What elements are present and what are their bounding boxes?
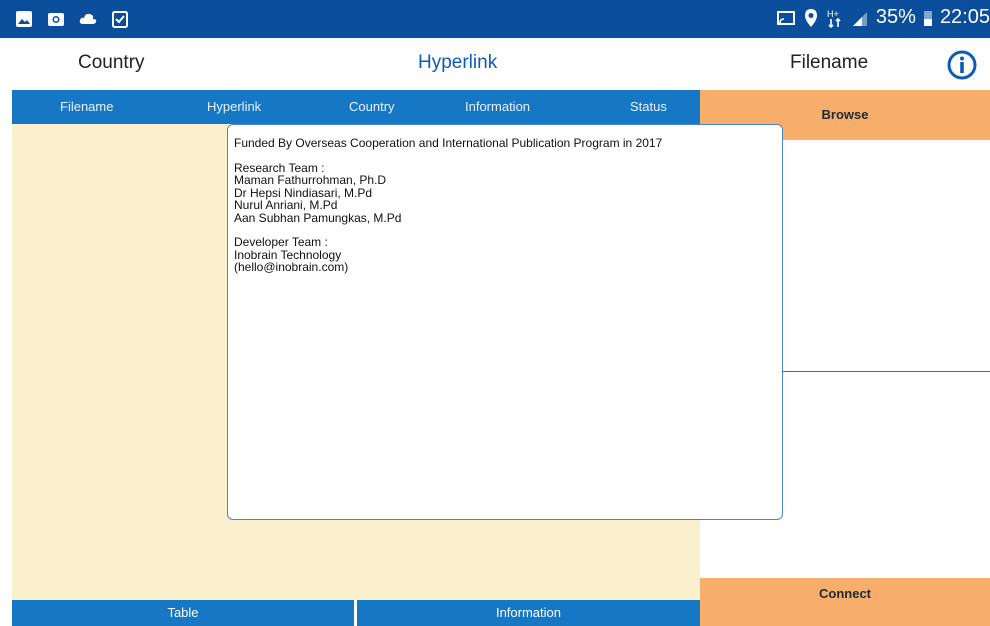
tab-information[interactable]: Information xyxy=(465,99,530,114)
system-status: H+ 35% 22:05 xyxy=(776,6,990,29)
gallery-icon xyxy=(16,11,32,27)
status-bar: H+ 35% 22:05 xyxy=(0,0,990,38)
camera-icon xyxy=(48,13,64,26)
header-filename[interactable]: Filename xyxy=(790,52,868,74)
info-icon[interactable] xyxy=(947,50,977,80)
tab-filename[interactable]: Filename xyxy=(60,99,113,114)
research-member: Maman Fathurrohman, Ph.D xyxy=(234,173,387,187)
developer-email: (hello@inobrain.com) xyxy=(234,260,349,274)
connect-button[interactable]: Connect xyxy=(700,578,990,626)
tab-country[interactable]: Country xyxy=(349,99,395,114)
header-country[interactable]: Country xyxy=(78,52,145,74)
column-tab-bar: Filename Hyperlink Country Information S… xyxy=(12,90,700,124)
cloud-icon xyxy=(79,13,97,24)
signal-icon xyxy=(852,11,867,26)
research-member: Nurul Anriani, M.Pd xyxy=(234,198,338,212)
about-dialog: Funded By Overseas Cooperation and Inter… xyxy=(227,124,783,520)
network-hplus-icon: H+ xyxy=(827,9,841,28)
developer-team-heading: Developer Team : xyxy=(234,235,328,249)
funding-text: Funded By Overseas Cooperation and Inter… xyxy=(234,136,663,150)
clipboard-check-icon xyxy=(112,11,128,28)
table-button[interactable]: Table xyxy=(12,600,354,626)
battery-percent: 35% xyxy=(875,6,916,28)
clock: 22:05 xyxy=(939,6,990,28)
tab-hyperlink[interactable]: Hyperlink xyxy=(207,99,261,114)
svg-text:H+: H+ xyxy=(827,9,839,19)
location-pin-icon xyxy=(804,8,817,27)
tab-status[interactable]: Status xyxy=(630,99,667,114)
notification-icons xyxy=(14,9,130,29)
research-member: Aan Subhan Pamungkas, M.Pd xyxy=(234,210,402,225)
cast-icon xyxy=(776,10,795,25)
app-header: Country Hyperlink Filename xyxy=(0,38,990,90)
divider xyxy=(782,371,990,372)
header-hyperlink[interactable]: Hyperlink xyxy=(418,52,497,74)
information-button[interactable]: Information xyxy=(357,600,700,626)
battery-icon xyxy=(923,10,932,26)
